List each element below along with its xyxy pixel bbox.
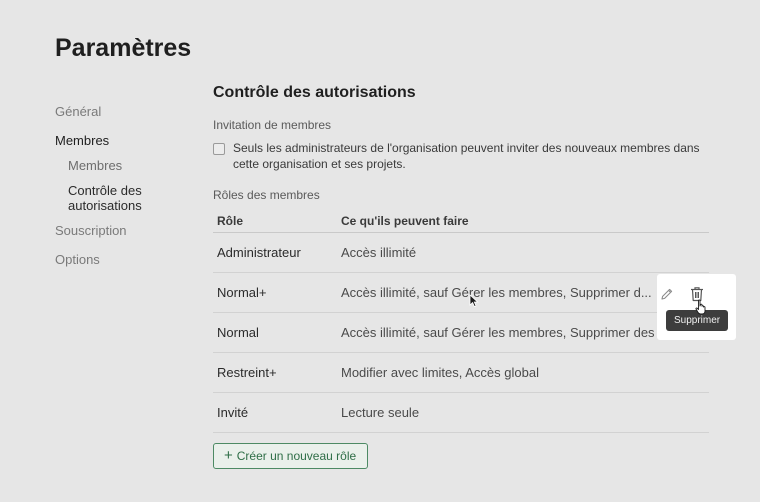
invite-restriction-row: Seuls les administrateurs de l'organisat…	[213, 140, 709, 172]
role-name: Invité	[217, 405, 249, 420]
create-role-button[interactable]: + Créer un nouveau rôle	[213, 443, 369, 469]
page-title: Paramètres	[55, 34, 192, 62]
sidebar-subitem-members[interactable]: Membres	[55, 158, 195, 173]
role-permissions: Lecture seule	[341, 405, 420, 420]
table-row[interactable]: Administrateur Accès illimité	[213, 233, 709, 273]
role-name: Administrateur	[217, 245, 301, 260]
sidebar-item-subscription[interactable]: Souscription	[55, 223, 195, 238]
permissions-section: Contrôle des autorisations Invitation de…	[213, 84, 709, 433]
sidebar-subitem-permissions[interactable]: Contrôle des autorisations	[55, 183, 195, 213]
role-permissions: Accès illimité, sauf Gérer les membres, …	[341, 325, 709, 340]
sidebar-item-members[interactable]: Membres	[55, 133, 195, 148]
sidebar-item-options[interactable]: Options	[55, 252, 195, 267]
roles-label: Rôles des membres	[213, 188, 320, 202]
header-role: Rôle	[217, 214, 244, 228]
sidebar-item-general[interactable]: Général	[55, 104, 195, 119]
role-permissions: Accès illimité, sauf Gérer les membres, …	[341, 285, 652, 300]
invite-label: Invitation de membres	[213, 118, 332, 132]
table-row[interactable]: Normal+ Accès illimité, sauf Gérer les m…	[213, 273, 709, 313]
plus-icon: +	[224, 447, 233, 464]
section-title: Contrôle des autorisations	[213, 84, 416, 101]
roles-table: Rôle Ce qu'ils peuvent faire Administrat…	[213, 210, 709, 433]
role-name: Normal+	[217, 285, 267, 300]
settings-sidebar: Général Membres Membres Contrôle des aut…	[55, 104, 195, 281]
invite-restriction-checkbox[interactable]	[213, 143, 225, 155]
header-permissions: Ce qu'ils peuvent faire	[341, 214, 469, 228]
table-row[interactable]: Invité Lecture seule	[213, 393, 709, 433]
pencil-icon[interactable]	[660, 287, 674, 301]
table-header: Rôle Ce qu'ils peuvent faire	[213, 210, 709, 233]
role-name: Normal	[217, 325, 259, 340]
role-permissions: Accès illimité	[341, 245, 417, 260]
table-row[interactable]: Restreint+ Modifier avec limites, Accès …	[213, 353, 709, 393]
role-permissions: Modifier avec limites, Accès global	[341, 365, 539, 380]
invite-restriction-text: Seuls les administrateurs de l'organisat…	[233, 141, 700, 171]
role-name: Restreint+	[217, 365, 277, 380]
create-role-label: Créer un nouveau rôle	[236, 449, 357, 463]
arrow-cursor-icon	[469, 294, 479, 308]
hand-cursor-icon	[695, 299, 706, 315]
table-row[interactable]: Normal Accès illimité, sauf Gérer les me…	[213, 313, 709, 353]
